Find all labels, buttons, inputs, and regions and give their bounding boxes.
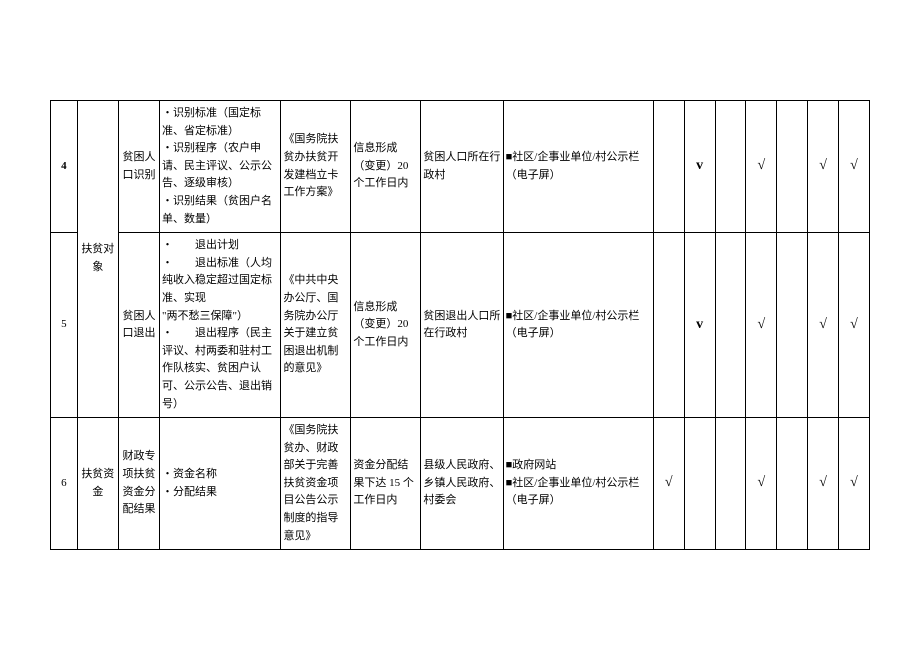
row-basis: 《国务院扶贫办、财政部关于完善扶贫资金项目公告公示制度的指导意见》	[281, 418, 351, 550]
check-cell: √	[839, 101, 870, 233]
row-item: 贫困人口退出	[118, 233, 159, 418]
row-content: ・识别标准（国定标准、省定标准） ・识别程序（农户申请、民主评议、公示公告、逐级…	[160, 101, 281, 233]
row-category: 扶贫对象	[77, 101, 118, 418]
check-cell: √	[839, 418, 870, 550]
row-channel: ■政府网站 ■社区/企事业单位/村公示栏（电子屏）	[503, 418, 653, 550]
check-cell	[777, 418, 808, 550]
check-cell	[653, 101, 684, 233]
check-cell	[684, 418, 715, 550]
check-cell: √	[746, 101, 777, 233]
check-cell: √	[653, 418, 684, 550]
row-subject: 贫困人口所在行政村	[421, 101, 503, 233]
check-cell: √	[839, 233, 870, 418]
row-subject: 贫困退出人口所在行政村	[421, 233, 503, 418]
row-content: ・资金名称 ・分配结果	[160, 418, 281, 550]
check-cell: √	[746, 418, 777, 550]
row-index: 4	[51, 101, 78, 233]
check-cell	[777, 233, 808, 418]
row-limit: 信息形成（变更）20 个工作日内	[351, 233, 421, 418]
check-cell: √	[808, 101, 839, 233]
row-content: ・ 退出计划 ・ 退出标准（人均纯收入稳定超过国定标准、实现 "两不愁三保障"）…	[160, 233, 281, 418]
row-subject: 县级人民政府、乡镇人民政府、村委会	[421, 418, 503, 550]
row-item: 财政专项扶贫资金分配结果	[118, 418, 159, 550]
row-index: 6	[51, 418, 78, 550]
row-item: 贫困人口识别	[118, 101, 159, 233]
check-cell	[715, 233, 746, 418]
table-row: 4 扶贫对象 贫困人口识别 ・识别标准（国定标准、省定标准） ・识别程序（农户申…	[51, 101, 870, 233]
check-cell: √	[808, 233, 839, 418]
row-index: 5	[51, 233, 78, 418]
row-category: 扶贫资金	[77, 418, 118, 550]
table-row: 6 扶贫资金 财政专项扶贫资金分配结果 ・资金名称 ・分配结果 《国务院扶贫办、…	[51, 418, 870, 550]
policy-table: 4 扶贫对象 贫困人口识别 ・识别标准（国定标准、省定标准） ・识别程序（农户申…	[50, 100, 870, 550]
table-row: 5 贫困人口退出 ・ 退出计划 ・ 退出标准（人均纯收入稳定超过国定标准、实现 …	[51, 233, 870, 418]
check-cell: v	[684, 101, 715, 233]
check-cell	[715, 418, 746, 550]
row-basis: 《中共中央办公厅、国务院办公厅关于建立贫困退出机制的意见》	[281, 233, 351, 418]
row-channel: ■社区/企事业单位/村公示栏（电子屏）	[503, 233, 653, 418]
check-cell: √	[808, 418, 839, 550]
row-basis: 《国务院扶贫办扶贫开发建档立卡工作方案》	[281, 101, 351, 233]
row-channel: ■社区/企事业单位/村公示栏（电子屏）	[503, 101, 653, 233]
check-cell	[777, 101, 808, 233]
check-cell	[653, 233, 684, 418]
check-cell: √	[746, 233, 777, 418]
check-cell: v	[684, 233, 715, 418]
check-cell	[715, 101, 746, 233]
row-limit: 资金分配结果下达 15 个工作日内	[351, 418, 421, 550]
row-limit: 信息形成（变更）20 个工作日内	[351, 101, 421, 233]
